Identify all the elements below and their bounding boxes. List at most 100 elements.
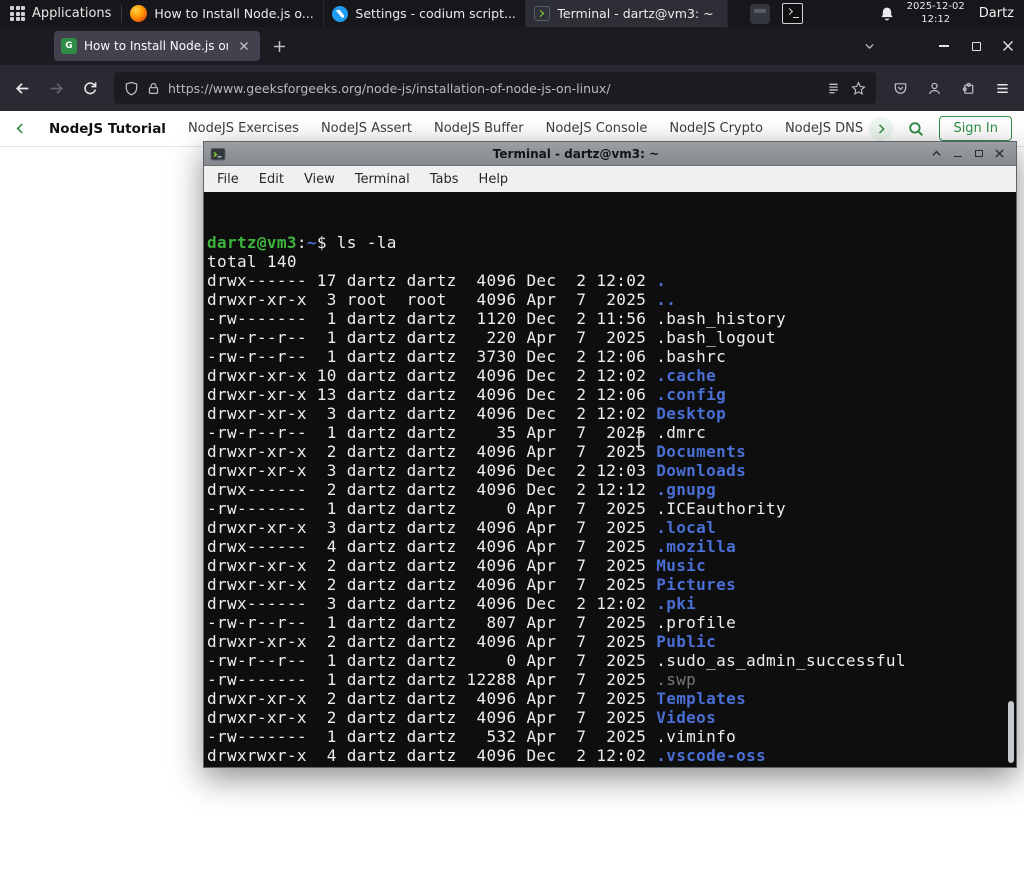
nav-item[interactable]: NodeJS DNS <box>785 121 863 136</box>
terminal-maximize-icon[interactable] <box>968 144 989 164</box>
firefox-icon <box>130 5 148 22</box>
terminal-line: drwx------ 4 dartz dartz 4096 Apr 7 2025… <box>207 537 737 556</box>
reload-icon[interactable] <box>74 72 106 104</box>
systray-app-icon[interactable] <box>749 3 770 24</box>
terminal-minimize-icon[interactable] <box>947 144 968 164</box>
nav-item[interactable]: NodeJS Exercises <box>188 121 299 136</box>
terminal-prompt-line: dartz@vm3:~$ ls -la <box>207 233 397 252</box>
window-close-button[interactable] <box>992 31 1024 61</box>
panel-username: Dartz <box>978 6 1014 21</box>
panel-clock[interactable]: 2025-12-02 12:12 <box>907 1 965 26</box>
nav-item-list: NodeJS Tutorial NodeJS Exercises NodeJS … <box>0 121 863 137</box>
terminal-titlebar[interactable]: Terminal - dartz@vm3: ~ <box>204 142 1016 166</box>
menu-icon[interactable] <box>986 72 1018 104</box>
terminal-line: drwxrwxr-x 4 dartz dartz 4096 Dec 2 12:0… <box>207 746 767 765</box>
taskbar-item-codium[interactable]: Settings - codium script... <box>324 0 527 27</box>
window-maximize-button[interactable] <box>960 31 992 61</box>
terminal-line: -rw------- 1 dartz dartz 532 Apr 7 2025 … <box>207 727 737 746</box>
terminal-line: drwxr-xr-x 2 dartz dartz 4096 Apr 7 2025… <box>207 708 717 727</box>
applications-icon <box>10 6 25 21</box>
terminal-line: drwxr-xr-x 2 dartz dartz 4096 Apr 7 2025… <box>207 556 707 575</box>
task-title: Terminal - dartz@vm3: ~ <box>557 6 714 21</box>
terminal-line: drwxr-xr-x 2 dartz dartz 4096 Apr 7 2025… <box>207 632 717 651</box>
clock-date: 2025-12-02 <box>906 1 965 12</box>
shade-icon[interactable] <box>926 144 947 164</box>
tab-list-chevron-icon[interactable] <box>856 33 882 59</box>
text-cursor <box>634 431 644 448</box>
terminal-line: drwxr-xr-x 3 dartz dartz 4096 Dec 2 12:0… <box>207 461 747 480</box>
nav-item[interactable]: NodeJS Assert <box>321 121 412 136</box>
terminal-menubar: File Edit View Terminal Tabs Help <box>204 166 1016 192</box>
extensions-icon[interactable] <box>952 72 984 104</box>
new-tab-button[interactable] <box>266 33 292 59</box>
systray-terminal-icon[interactable] <box>781 3 803 24</box>
menu-tabs[interactable]: Tabs <box>420 172 469 187</box>
tab-bar: G How to Install Node.js on <box>0 27 1024 65</box>
search-icon[interactable] <box>907 120 925 138</box>
terminal-window-title: Terminal - dartz@vm3: ~ <box>492 146 660 161</box>
terminal-line: -rw-r--r-- 1 dartz dartz 3730 Dec 2 12:0… <box>207 347 727 366</box>
terminal-close-icon[interactable] <box>989 144 1010 164</box>
reader-mode-icon[interactable] <box>826 81 841 96</box>
sign-in-button[interactable]: Sign In <box>939 116 1012 141</box>
nav-item-tutorial[interactable]: NodeJS Tutorial <box>49 121 166 137</box>
nav-item[interactable]: NodeJS Buffer <box>434 121 524 136</box>
codium-icon <box>332 5 349 22</box>
menu-help[interactable]: Help <box>469 172 519 187</box>
menu-view[interactable]: View <box>294 172 345 187</box>
terminal-scrollbar-thumb[interactable] <box>1008 701 1014 763</box>
task-title: Settings - codium script... <box>355 6 516 21</box>
terminal-line: -rw-r--r-- 1 dartz dartz 35 Apr 7 2025 .… <box>207 423 707 442</box>
nav-item[interactable]: NodeJS Console <box>546 121 648 136</box>
terminal-line: -rw------- 1 dartz dartz 12288 Apr 7 202… <box>207 670 697 689</box>
terminal-line: drwxr-xr-x 3 dartz dartz 4096 Dec 2 12:0… <box>207 404 727 423</box>
terminal-line: -rw------- 1 dartz dartz 0 Apr 7 2025 .I… <box>207 499 787 518</box>
taskbar-item-terminal[interactable]: Terminal - dartz@vm3: ~ <box>526 0 729 27</box>
menu-file[interactable]: File <box>207 172 249 187</box>
bookmark-star-icon[interactable] <box>851 80 866 96</box>
back-icon[interactable] <box>6 72 38 104</box>
applications-menu-button[interactable]: Applications <box>0 0 121 27</box>
applications-label: Applications <box>32 6 112 21</box>
terminal-line: drwxr-xr-x 10 dartz dartz 4096 Dec 2 12:… <box>207 366 717 385</box>
terminal-line: -rw-r--r-- 1 dartz dartz 807 Apr 7 2025 … <box>207 613 737 632</box>
terminal-window: Terminal - dartz@vm3: ~ File Edit View T… <box>203 141 1017 768</box>
tab-title: How to Install Node.js on <box>84 39 228 53</box>
menu-edit[interactable]: Edit <box>249 172 294 187</box>
terminal-icon <box>534 6 551 21</box>
terminal-line: -rw-r--r-- 1 dartz dartz 220 Apr 7 2025 … <box>207 328 777 347</box>
window-minimize-button[interactable] <box>928 31 960 61</box>
terminal-scrollbar[interactable] <box>1007 192 1014 767</box>
terminal-line: drwxr-xr-x 2 dartz dartz 4096 Apr 7 2025… <box>207 442 747 461</box>
nav-forward-chevron-icon[interactable] <box>869 116 894 141</box>
panel-right-area: 2025-12-02 12:12 Dartz <box>749 1 1024 26</box>
terminal-line: drwxr-xr-x 2 dartz dartz 4096 Apr 7 2025… <box>207 689 747 708</box>
terminal-line: drwxr-xr-x 3 root root 4096 Apr 7 2025 .… <box>207 290 677 309</box>
desktop-panel: Applications How to Install Node.js o...… <box>0 0 1024 27</box>
url-bar[interactable]: https://www.geeksforgeeks.org/node-js/in… <box>114 72 876 104</box>
notification-bell-icon[interactable] <box>879 6 895 22</box>
clock-time: 12:12 <box>921 13 951 25</box>
lock-icon[interactable] <box>147 82 160 95</box>
profile-icon[interactable] <box>918 72 950 104</box>
terminal-line: drwx------ 17 dartz dartz 4096 Dec 2 12:… <box>207 271 667 290</box>
terminal-line: drwxr-xr-x 2 dartz dartz 4096 Apr 7 2025… <box>207 575 737 594</box>
terminal-window-icon <box>210 146 226 162</box>
terminal-output[interactable]: dartz@vm3:~$ ls -la total 140 drwx------ 1… <box>204 192 1016 767</box>
browser-tab[interactable]: G How to Install Node.js on <box>54 31 260 61</box>
terminal-line: drwx------ 3 dartz dartz 4096 Dec 2 12:0… <box>207 594 697 613</box>
terminal-line: -rw------- 1 dartz dartz 48 Dec 2 10:39 … <box>207 765 1002 767</box>
taskbar-item-firefox[interactable]: How to Install Node.js o... <box>122 0 325 27</box>
forward-icon[interactable] <box>40 72 72 104</box>
menu-terminal[interactable]: Terminal <box>345 172 420 187</box>
nav-back-chevron-icon[interactable] <box>14 122 27 135</box>
nav-item[interactable]: NodeJS Crypto <box>669 121 763 136</box>
tab-close-icon[interactable] <box>235 37 253 55</box>
terminal-total-line: total 140 <box>207 252 297 271</box>
tracking-shield-icon[interactable] <box>124 81 139 96</box>
geeksforgeeks-favicon: G <box>61 38 77 54</box>
pocket-icon[interactable] <box>884 72 916 104</box>
terminal-line: -rw-r--r-- 1 dartz dartz 0 Apr 7 2025 .s… <box>207 651 906 670</box>
url-text: https://www.geeksforgeeks.org/node-js/in… <box>168 80 611 96</box>
task-title: How to Install Node.js o... <box>154 6 314 21</box>
